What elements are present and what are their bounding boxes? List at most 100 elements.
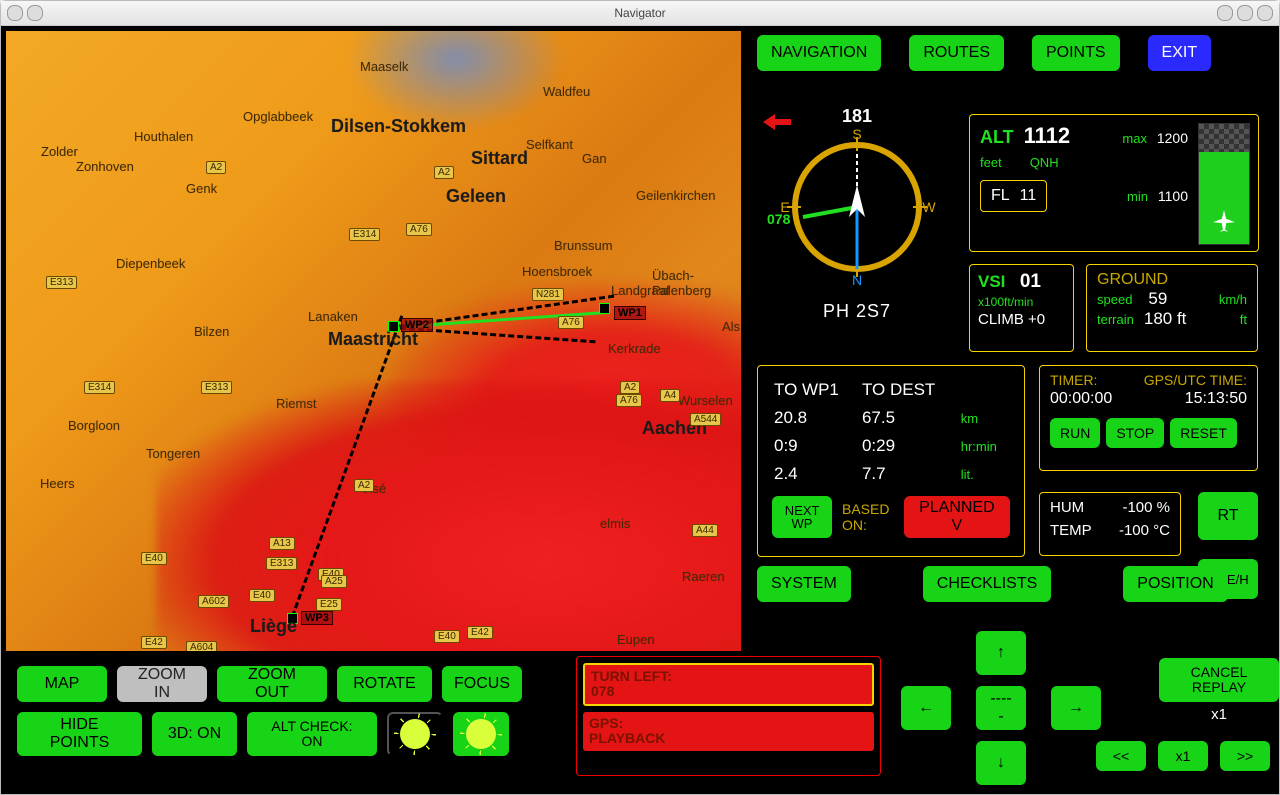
road-badge: E314	[349, 228, 380, 241]
road-badge: A76	[406, 223, 432, 236]
stop-button[interactable]: STOP	[1106, 418, 1164, 448]
alerts-panel: TURN LEFT:078 GPS:PLAYBACK	[576, 656, 881, 776]
city-label: Maastricht	[328, 329, 418, 350]
alt-max-value: 1200	[1157, 130, 1188, 146]
waypoint-marker[interactable]	[599, 303, 610, 314]
city-label: elmis	[600, 516, 630, 531]
city-label: Maaselk	[360, 59, 408, 74]
position-button[interactable]: POSITION	[1123, 566, 1227, 602]
timer-panel: TIMER: GPS/UTC TIME: 00:00:00 15:13:50 R…	[1039, 365, 1258, 471]
city-label: Sittard	[471, 148, 528, 169]
minimize-button[interactable]	[1217, 5, 1233, 21]
city-label: Geleen	[446, 186, 506, 207]
road-badge: E313	[201, 381, 232, 394]
ground-terrain-unit: ft	[1240, 312, 1247, 327]
pan-down-button[interactable]: ↓	[976, 741, 1026, 785]
close-button[interactable]	[1257, 5, 1273, 21]
points-button[interactable]: POINTS	[1032, 35, 1120, 71]
vsi-unit: x100ft/min	[978, 295, 1033, 309]
city-label: Heers	[40, 476, 75, 491]
qnh-label[interactable]: QNH	[1030, 155, 1059, 170]
timer-value: 00:00:00	[1050, 390, 1112, 408]
replay-forward-button[interactable]: >>	[1220, 741, 1270, 771]
map-button[interactable]: MAP	[17, 666, 107, 702]
road-badge: E25	[316, 598, 342, 611]
replay-rewind-button[interactable]: <<	[1096, 741, 1146, 771]
dist-unit: km	[959, 404, 1010, 432]
system-button[interactable]: SYSTEM	[757, 566, 851, 602]
zoom-in-button[interactable]: ZOOM IN	[117, 666, 207, 702]
fl-value: 11	[1020, 187, 1037, 205]
timer-label: TIMER:	[1050, 372, 1097, 388]
ground-speed-value: 59	[1148, 289, 1167, 309]
city-label: Borgloon	[68, 418, 120, 433]
sun-icon	[402, 721, 428, 747]
navigation-button[interactable]: NAVIGATION	[757, 35, 881, 71]
gps-time-label: GPS/UTC TIME:	[1144, 372, 1247, 388]
alt-check-button[interactable]: ALT CHECK: ON	[247, 712, 377, 756]
zoom-out-button[interactable]: ZOOM OUT	[217, 666, 327, 702]
city-label: Eupen	[617, 632, 655, 647]
pan-left-button[interactable]: ←	[901, 686, 951, 730]
turn-alert: TURN LEFT:078	[583, 663, 874, 706]
road-badge: A602	[198, 595, 229, 608]
environment-panel: HUM -100 % TEMP -100 °C	[1039, 492, 1181, 556]
sun-icon	[468, 721, 494, 747]
to-wp-header: TO WP1	[772, 376, 860, 404]
planned-v-button[interactable]: PLANNED V	[904, 496, 1010, 538]
city-label: Geilenkirchen	[636, 188, 716, 203]
svg-text:W: W	[922, 199, 936, 215]
rotate-button[interactable]: ROTATE	[337, 666, 432, 702]
replay-speed-button[interactable]: x1	[1158, 741, 1208, 771]
alt-label: ALT	[980, 127, 1014, 148]
road-badge: A13	[269, 537, 295, 550]
svg-text:N: N	[852, 272, 862, 287]
rt-button[interactable]: RT	[1198, 492, 1258, 540]
pan-up-button[interactable]: ↑	[976, 631, 1026, 675]
vsi-label: VSI	[978, 272, 1005, 291]
city-label: Diepenbeek	[116, 256, 185, 271]
hide-points-button[interactable]: HIDE POINTS	[17, 712, 142, 756]
app-menu-icon[interactable]	[7, 5, 23, 21]
focus-button[interactable]: FOCUS	[442, 666, 522, 702]
road-badge: A544	[690, 413, 721, 426]
road-badge: A76	[616, 394, 642, 407]
3d-toggle-button[interactable]: 3D: ON	[152, 712, 237, 756]
city-label: Wurselen	[678, 393, 733, 408]
reset-button[interactable]: RESET	[1170, 418, 1237, 448]
plane-icon	[1211, 208, 1237, 234]
brightness-up-button[interactable]	[453, 712, 509, 756]
brightness-down-button[interactable]	[387, 712, 443, 756]
city-label: Selfkant	[526, 137, 573, 152]
routes-button[interactable]: ROUTES	[909, 35, 1004, 71]
app-window: Navigator WP2 WP1 WP3 Dilsen-Stok	[0, 0, 1280, 795]
road-badge: E40	[249, 589, 275, 602]
maximize-button[interactable]	[1237, 5, 1253, 21]
flight-level-box[interactable]: FL 11	[980, 180, 1047, 212]
city-label: Lanaken	[308, 309, 358, 324]
map-view[interactable]: WP2 WP1 WP3 Dilsen-Stokkem Sittard Gelee…	[6, 31, 741, 651]
pan-center-button[interactable]: -----	[976, 686, 1026, 730]
city-label: Kerkrade	[608, 341, 661, 356]
run-button[interactable]: RUN	[1050, 418, 1100, 448]
fl-label: FL	[991, 187, 1010, 205]
exit-button[interactable]: EXIT	[1148, 35, 1212, 71]
city-label: Riemst	[276, 396, 316, 411]
checklists-button[interactable]: CHECKLISTS	[923, 566, 1051, 602]
vsi-climb: CLIMB +0	[978, 311, 1045, 328]
city-label: Raeren	[682, 569, 725, 584]
hum-label: HUM	[1050, 499, 1084, 516]
titlebar: Navigator	[1, 1, 1279, 26]
cancel-replay-button[interactable]: CANCEL REPLAY	[1159, 658, 1279, 702]
city-label: Zonhoven	[76, 159, 134, 174]
aircraft-id: PH 2S7	[757, 301, 957, 322]
ground-speed-unit: km/h	[1219, 292, 1247, 307]
temp-label: TEMP	[1050, 522, 1092, 539]
pan-right-button[interactable]: →	[1051, 686, 1101, 730]
compass-panel: 181 S N E W 078 PH 2S7	[757, 106, 957, 322]
dist-dest: 67.5	[860, 404, 959, 432]
based-on-label: BASED ON:	[842, 501, 894, 533]
next-wp-button[interactable]: NEXT WP	[772, 496, 832, 538]
direction-left-icon	[763, 114, 791, 130]
fuel-dest: 7.7	[860, 460, 959, 488]
